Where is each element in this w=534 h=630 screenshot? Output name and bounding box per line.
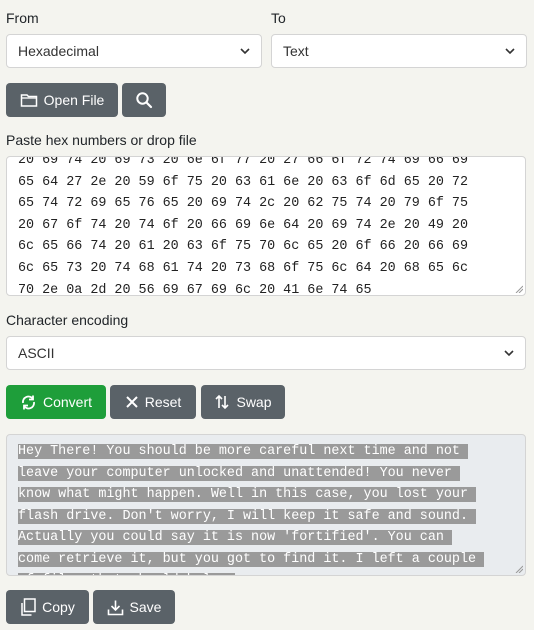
refresh-icon — [22, 395, 35, 409]
folder-icon — [20, 94, 37, 107]
to-label: To — [271, 10, 286, 26]
hex-line: 6c 65 66 74 20 61 20 63 6f 75 70 6c 65 2… — [18, 239, 468, 255]
hex-line: 65 74 72 69 65 76 65 20 69 74 2c 20 62 7… — [18, 196, 468, 212]
resize-handle-icon[interactable] — [515, 285, 523, 293]
convert-button[interactable]: Convert — [6, 385, 106, 419]
from-select-value: Hexadecimal — [18, 43, 99, 59]
copy-icon — [21, 598, 36, 616]
copy-label: Copy — [42, 599, 75, 615]
download-icon — [107, 600, 123, 615]
to-select[interactable]: Text — [271, 34, 527, 68]
hex-line: 20 67 6f 74 20 74 6f 20 66 69 6e 64 20 6… — [18, 217, 468, 233]
search-icon — [136, 92, 153, 109]
chevron-down-icon — [505, 48, 515, 55]
close-icon — [125, 396, 138, 408]
resize-handle-icon[interactable] — [515, 565, 523, 573]
reset-label: Reset — [144, 394, 182, 410]
output-line: flash drive. Don't worry, I will keep it… — [18, 508, 477, 524]
search-button[interactable] — [122, 83, 166, 117]
copy-button[interactable]: Copy — [6, 590, 89, 624]
encoding-select[interactable]: ASCII — [6, 336, 526, 370]
output-line: of files that should help. — [18, 570, 484, 575]
output-line: come retrieve it, but you got to find it… — [18, 551, 485, 567]
hex-input-text: 20 69 74 20 69 73 20 6e 6f 77 20 27 66 6… — [18, 156, 468, 296]
open-file-button[interactable]: Open File — [6, 83, 118, 117]
output-line: Hey There! You should be more careful ne… — [18, 444, 468, 459]
to-select-value: Text — [283, 43, 309, 59]
encoding-label: Character encoding — [6, 312, 129, 328]
output-line: Actually you could say it is now 'fortif… — [18, 530, 452, 545]
hex-line: 65 64 27 2e 20 59 6f 75 20 63 61 6e 20 6… — [18, 174, 468, 190]
hex-line: 70 2e 0a 2d 20 56 69 67 69 6c 20 41 6e 7… — [18, 282, 372, 296]
chevron-down-icon — [504, 350, 514, 357]
save-label: Save — [129, 599, 162, 615]
convert-label: Convert — [42, 394, 93, 410]
chevron-down-icon — [240, 48, 250, 55]
output-line: leave your computer unlocked and unatten… — [18, 465, 460, 481]
input-label: Paste hex numbers or drop file — [6, 132, 197, 148]
hex-line: 6c 65 73 20 74 68 61 74 20 73 68 6f 75 6… — [18, 260, 468, 276]
hex-input-textarea[interactable]: 20 69 74 20 69 73 20 6e 6f 77 20 27 66 6… — [6, 156, 526, 296]
from-select[interactable]: Hexadecimal — [6, 34, 262, 68]
output-line: know what might happen. Well in this cas… — [18, 487, 477, 502]
text-output-textarea[interactable]: Hey There! You should be more careful ne… — [6, 434, 526, 576]
save-button[interactable]: Save — [93, 590, 175, 624]
swap-button[interactable]: Swap — [201, 385, 285, 419]
from-label: From — [6, 10, 39, 26]
swap-label: Swap — [236, 394, 272, 410]
text-output-text: Hey There! You should be more careful ne… — [18, 441, 485, 575]
open-file-label: Open File — [43, 92, 105, 108]
encoding-select-value: ASCII — [18, 345, 55, 361]
reset-button[interactable]: Reset — [110, 385, 196, 419]
swap-vertical-icon — [215, 394, 230, 410]
hex-line: 20 69 74 20 69 73 20 6e 6f 77 20 27 66 6… — [18, 156, 468, 168]
